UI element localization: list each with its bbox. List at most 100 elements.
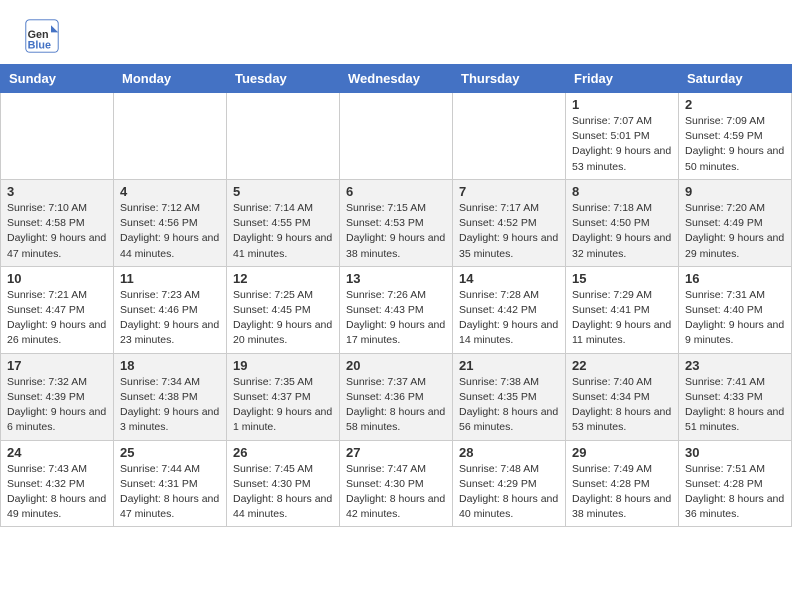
calendar-cell — [453, 93, 566, 180]
day-info: Sunrise: 7:09 AM Sunset: 4:59 PM Dayligh… — [685, 114, 785, 175]
day-info: Sunrise: 7:25 AM Sunset: 4:45 PM Dayligh… — [233, 288, 333, 349]
day-info: Sunrise: 7:32 AM Sunset: 4:39 PM Dayligh… — [7, 375, 107, 436]
weekday-header-row: SundayMondayTuesdayWednesdayThursdayFrid… — [1, 65, 792, 93]
calendar-cell: 5 Sunrise: 7:14 AM Sunset: 4:55 PM Daylig… — [227, 179, 340, 266]
day-number: 2 — [685, 97, 785, 112]
weekday-header-wednesday: Wednesday — [340, 65, 453, 93]
day-info: Sunrise: 7:43 AM Sunset: 4:32 PM Dayligh… — [7, 462, 107, 523]
calendar-cell: 17Sunrise: 7:32 AM Sunset: 4:39 PM Dayli… — [1, 353, 114, 440]
day-number: 23 — [685, 358, 785, 373]
week-row-0: 1 Sunrise: 7:07 AM Sunset: 5:01 PM Daylig… — [1, 93, 792, 180]
calendar-cell: 20 Sunrise: 7:37 AM Sunset: 4:36 PM Dayli… — [340, 353, 453, 440]
calendar-cell: 30 Sunrise: 7:51 AM Sunset: 4:28 PM Dayli… — [679, 440, 792, 527]
day-number: 25 — [120, 445, 220, 460]
day-number: 1 — [572, 97, 672, 112]
day-number: 16 — [685, 271, 785, 286]
calendar-cell: 25Sunrise: 7:44 AM Sunset: 4:31 PM Dayli… — [114, 440, 227, 527]
day-number: 27 — [346, 445, 446, 460]
week-row-2: 10 Sunrise: 7:21 AM Sunset: 4:47 PM Dayli… — [1, 266, 792, 353]
day-number: 7 — [459, 184, 559, 199]
day-info: Sunrise: 7:51 AM Sunset: 4:28 PM Dayligh… — [685, 462, 785, 523]
day-info: Sunrise: 7:48 AM Sunset: 4:29 PM Dayligh… — [459, 462, 559, 523]
day-info: Sunrise: 7:45 AM Sunset: 4:30 PM Dayligh… — [233, 462, 333, 523]
day-info: Sunrise: 7:31 AM Sunset: 4:40 PM Dayligh… — [685, 288, 785, 349]
calendar-cell: 11 Sunrise: 7:23 AM Sunset: 4:46 PM Dayli… — [114, 266, 227, 353]
day-number: 3 — [7, 184, 107, 199]
day-number: 29 — [572, 445, 672, 460]
day-number: 20 — [346, 358, 446, 373]
day-number: 15 — [572, 271, 672, 286]
calendar-cell: 9 Sunrise: 7:20 AM Sunset: 4:49 PM Daylig… — [679, 179, 792, 266]
weekday-header-saturday: Saturday — [679, 65, 792, 93]
calendar-cell: 12 Sunrise: 7:25 AM Sunset: 4:45 PM Dayli… — [227, 266, 340, 353]
calendar-cell: 24 Sunrise: 7:43 AM Sunset: 4:32 PM Dayli… — [1, 440, 114, 527]
day-info: Sunrise: 7:49 AM Sunset: 4:28 PM Dayligh… — [572, 462, 672, 523]
calendar-cell — [114, 93, 227, 180]
calendar-cell: 19 Sunrise: 7:35 AM Sunset: 4:37 PM Dayli… — [227, 353, 340, 440]
weekday-header-sunday: Sunday — [1, 65, 114, 93]
page-header: Gen Blue — [0, 0, 792, 64]
day-number: 21 — [459, 358, 559, 373]
logo-icon: Gen Blue — [24, 18, 60, 54]
day-number: 18 — [120, 358, 220, 373]
day-number: 22 — [572, 358, 672, 373]
day-number: 11 — [120, 271, 220, 286]
day-number: 10 — [7, 271, 107, 286]
day-info: Sunrise: 7:14 AM Sunset: 4:55 PM Dayligh… — [233, 201, 333, 262]
calendar-cell: 22 Sunrise: 7:40 AM Sunset: 4:34 PM Dayli… — [566, 353, 679, 440]
calendar-cell: 16 Sunrise: 7:31 AM Sunset: 4:40 PM Dayli… — [679, 266, 792, 353]
calendar-cell: 27 Sunrise: 7:47 AM Sunset: 4:30 PM Dayli… — [340, 440, 453, 527]
calendar-cell: 28 Sunrise: 7:48 AM Sunset: 4:29 PM Dayli… — [453, 440, 566, 527]
day-info: Sunrise: 7:37 AM Sunset: 4:36 PM Dayligh… — [346, 375, 446, 436]
calendar-table: SundayMondayTuesdayWednesdayThursdayFrid… — [0, 64, 792, 527]
day-info: Sunrise: 7:23 AM Sunset: 4:46 PM Dayligh… — [120, 288, 220, 349]
day-info: Sunrise: 7:41 AM Sunset: 4:33 PM Dayligh… — [685, 375, 785, 436]
day-info: Sunrise: 7:47 AM Sunset: 4:30 PM Dayligh… — [346, 462, 446, 523]
day-info: Sunrise: 7:17 AM Sunset: 4:52 PM Dayligh… — [459, 201, 559, 262]
logo: Gen Blue — [24, 18, 64, 54]
calendar-cell: 21 Sunrise: 7:38 AM Sunset: 4:35 PM Dayli… — [453, 353, 566, 440]
day-number: 6 — [346, 184, 446, 199]
calendar-cell: 29 Sunrise: 7:49 AM Sunset: 4:28 PM Dayli… — [566, 440, 679, 527]
weekday-header-tuesday: Tuesday — [227, 65, 340, 93]
day-info: Sunrise: 7:40 AM Sunset: 4:34 PM Dayligh… — [572, 375, 672, 436]
day-number: 28 — [459, 445, 559, 460]
day-number: 5 — [233, 184, 333, 199]
calendar-cell: 4Sunrise: 7:12 AM Sunset: 4:56 PM Daylig… — [114, 179, 227, 266]
day-number: 26 — [233, 445, 333, 460]
day-info: Sunrise: 7:10 AM Sunset: 4:58 PM Dayligh… — [7, 201, 107, 262]
calendar-cell: 15 Sunrise: 7:29 AM Sunset: 4:41 PM Dayli… — [566, 266, 679, 353]
day-number: 19 — [233, 358, 333, 373]
calendar-cell — [227, 93, 340, 180]
weekday-header-monday: Monday — [114, 65, 227, 93]
day-info: Sunrise: 7:15 AM Sunset: 4:53 PM Dayligh… — [346, 201, 446, 262]
calendar-cell: 6 Sunrise: 7:15 AM Sunset: 4:53 PM Daylig… — [340, 179, 453, 266]
day-number: 24 — [7, 445, 107, 460]
week-row-3: 17Sunrise: 7:32 AM Sunset: 4:39 PM Dayli… — [1, 353, 792, 440]
weekday-header-thursday: Thursday — [453, 65, 566, 93]
calendar-cell: 2 Sunrise: 7:09 AM Sunset: 4:59 PM Daylig… — [679, 93, 792, 180]
week-row-4: 24 Sunrise: 7:43 AM Sunset: 4:32 PM Dayli… — [1, 440, 792, 527]
day-number: 14 — [459, 271, 559, 286]
day-number: 9 — [685, 184, 785, 199]
calendar-cell: 7 Sunrise: 7:17 AM Sunset: 4:52 PM Daylig… — [453, 179, 566, 266]
calendar-cell: 3 Sunrise: 7:10 AM Sunset: 4:58 PM Daylig… — [1, 179, 114, 266]
calendar-cell: 26 Sunrise: 7:45 AM Sunset: 4:30 PM Dayli… — [227, 440, 340, 527]
day-info: Sunrise: 7:38 AM Sunset: 4:35 PM Dayligh… — [459, 375, 559, 436]
calendar-body: 1 Sunrise: 7:07 AM Sunset: 5:01 PM Daylig… — [1, 93, 792, 527]
day-info: Sunrise: 7:07 AM Sunset: 5:01 PM Dayligh… — [572, 114, 672, 175]
day-info: Sunrise: 7:29 AM Sunset: 4:41 PM Dayligh… — [572, 288, 672, 349]
day-number: 13 — [346, 271, 446, 286]
weekday-header-friday: Friday — [566, 65, 679, 93]
calendar-cell — [340, 93, 453, 180]
day-number: 8 — [572, 184, 672, 199]
week-row-1: 3 Sunrise: 7:10 AM Sunset: 4:58 PM Daylig… — [1, 179, 792, 266]
day-info: Sunrise: 7:35 AM Sunset: 4:37 PM Dayligh… — [233, 375, 333, 436]
day-number: 30 — [685, 445, 785, 460]
calendar-cell: 23 Sunrise: 7:41 AM Sunset: 4:33 PM Dayli… — [679, 353, 792, 440]
day-info: Sunrise: 7:21 AM Sunset: 4:47 PM Dayligh… — [7, 288, 107, 349]
svg-text:Blue: Blue — [28, 40, 51, 52]
day-number: 12 — [233, 271, 333, 286]
day-number: 4 — [120, 184, 220, 199]
day-info: Sunrise: 7:20 AM Sunset: 4:49 PM Dayligh… — [685, 201, 785, 262]
